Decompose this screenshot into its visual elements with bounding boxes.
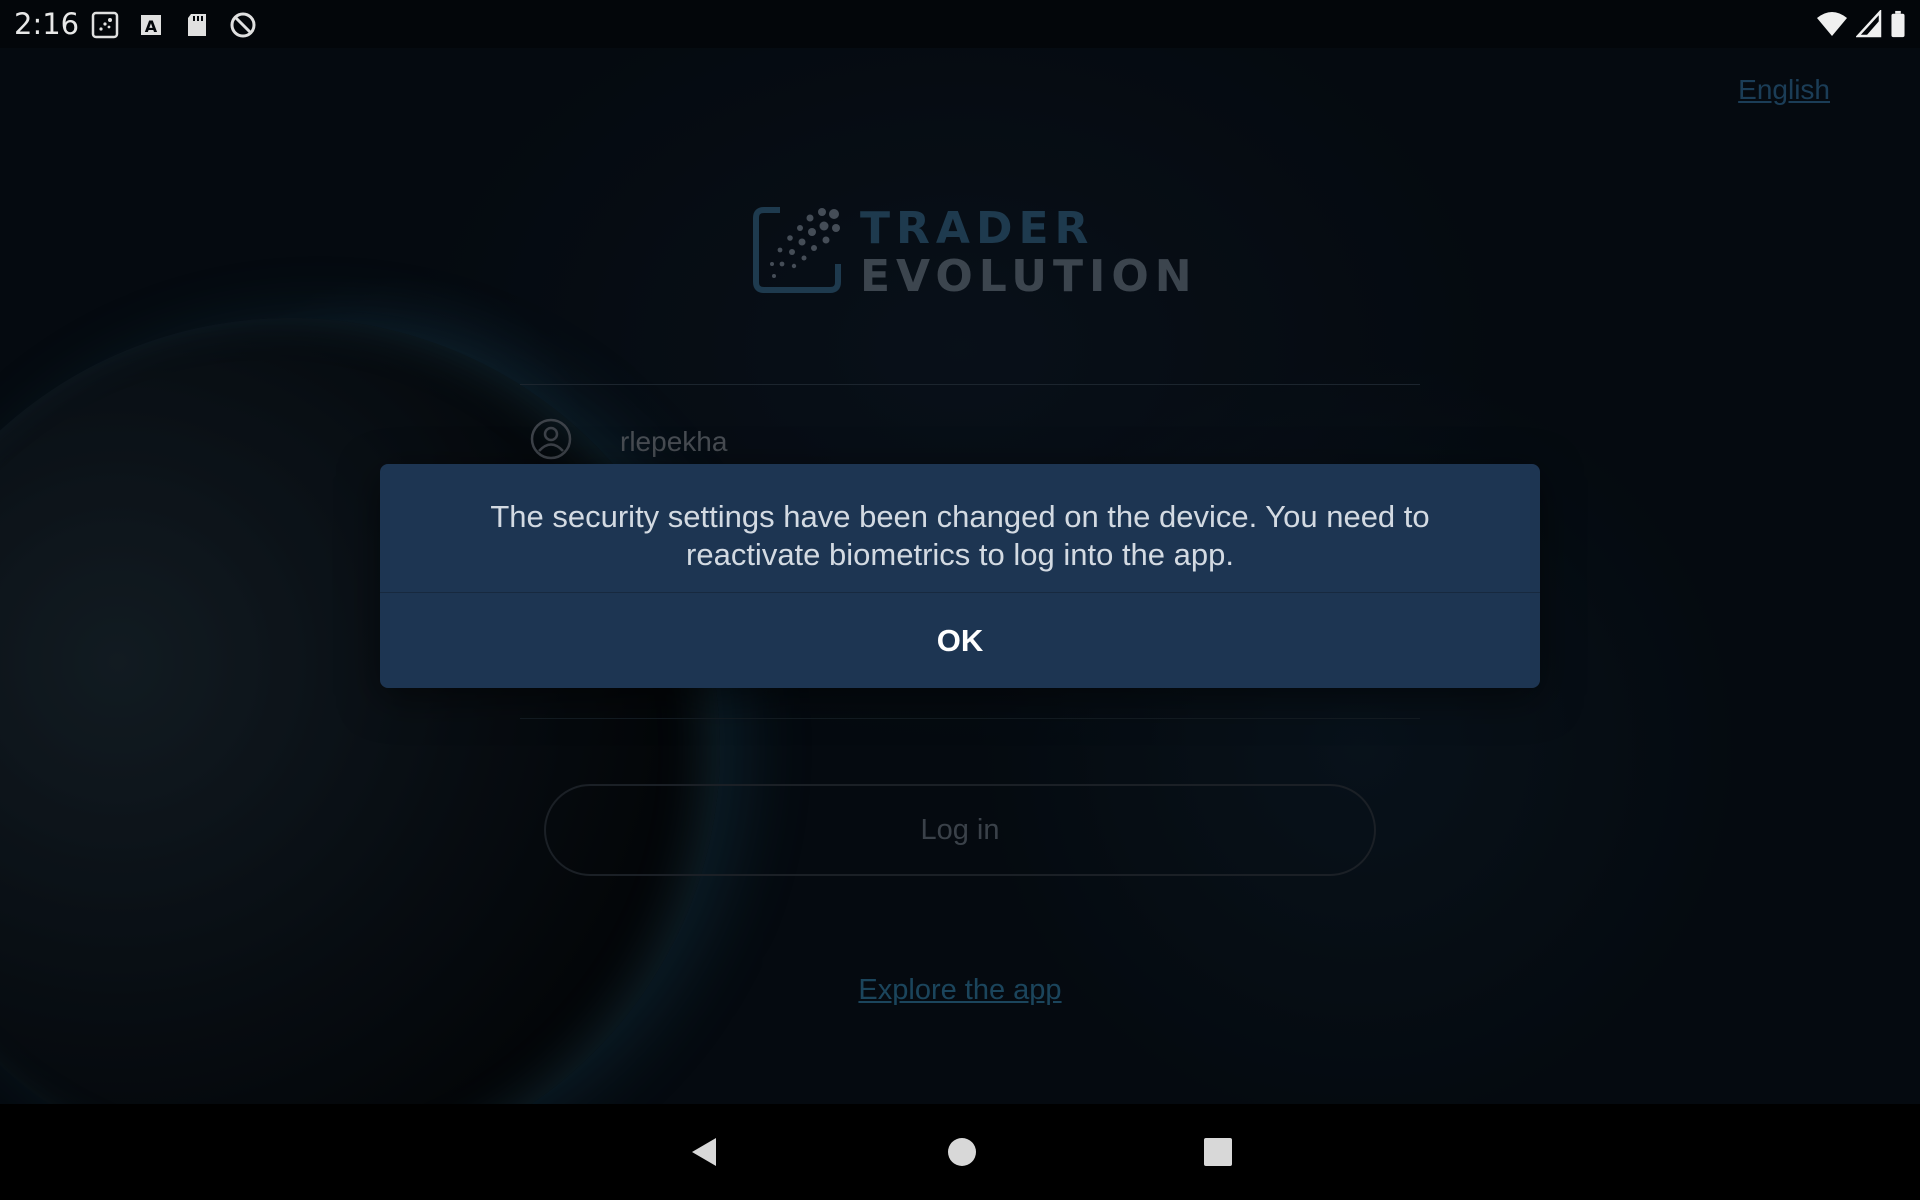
font-icon: A	[136, 10, 166, 45]
home-icon[interactable]	[944, 1134, 980, 1175]
signal-icon	[1855, 8, 1882, 43]
battery-icon	[1890, 10, 1906, 43]
status-bar: 2:16 A	[0, 0, 1920, 48]
screenshot-icon	[90, 10, 120, 45]
sd-card-icon	[182, 10, 212, 45]
dialog-message: The security settings have been changed …	[490, 499, 1430, 572]
sync-off-icon	[228, 10, 258, 45]
status-left-icons: A	[90, 10, 258, 45]
recents-icon[interactable]	[1200, 1134, 1236, 1175]
back-icon[interactable]	[686, 1134, 722, 1175]
svg-text:A: A	[145, 17, 158, 36]
ok-button[interactable]: OK	[380, 593, 1540, 688]
navigation-bar	[0, 1104, 1920, 1200]
screen: 2:16 A English TRADER EVOLUTION rlepekha…	[0, 0, 1920, 1200]
status-time: 2:16	[14, 7, 80, 41]
status-right-icons	[1816, 8, 1906, 43]
wifi-icon	[1816, 10, 1848, 43]
security-alert-dialog: The security settings have been changed …	[380, 464, 1540, 688]
